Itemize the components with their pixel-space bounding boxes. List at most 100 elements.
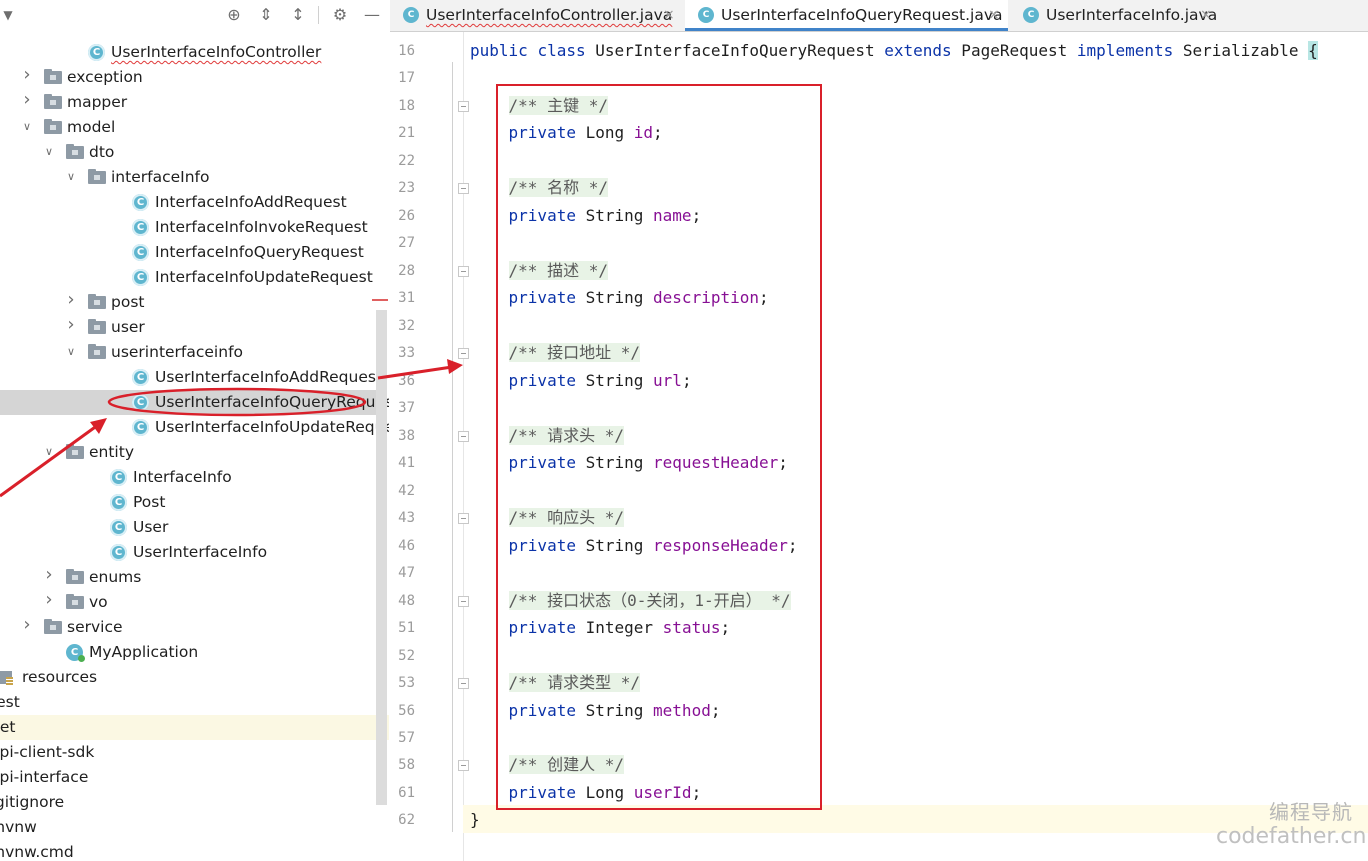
chevron-down-icon[interactable]: ∨	[42, 444, 56, 460]
line-number: 57	[398, 730, 415, 746]
fold-toggle-icon[interactable]	[458, 265, 469, 277]
tree-item-service[interactable]: › service	[0, 615, 378, 640]
editor-tabs: C UserInterfaceInfoController.java × C UserI…	[390, 0, 1368, 32]
class-icon: C	[132, 394, 149, 411]
hide-icon[interactable]: —	[362, 5, 382, 25]
fold-toggle-icon[interactable]	[458, 513, 469, 525]
tree-item-label: entity	[89, 443, 134, 461]
fold-toggle-icon[interactable]	[458, 760, 469, 772]
tree-item-mvnw[interactable]: mvnw	[0, 815, 378, 840]
tree-item-model[interactable]: ∨ model	[0, 115, 378, 140]
tree-item-user[interactable]: C User	[0, 515, 378, 540]
tree-item-vo[interactable]: › vo	[0, 590, 378, 615]
watermark-url: codefather.cn	[1216, 824, 1367, 849]
tree-item-userinterfaceinfo[interactable]: ∨ userinterfaceinfo	[0, 340, 378, 365]
fold-toggle-icon[interactable]	[458, 430, 469, 442]
tab-userinterfaceinfo-java[interactable]: C UserInterfaceInfo.java ×	[1010, 0, 1220, 31]
code-text: Serializable	[1173, 41, 1309, 60]
chevron-right-icon[interactable]: ›	[20, 66, 34, 84]
close-icon[interactable]: ×	[663, 5, 675, 26]
line-number: 46	[398, 537, 415, 554]
tree-item-get[interactable]: get	[0, 715, 389, 740]
chevron-right-icon[interactable]: ›	[64, 316, 78, 334]
tab-userinterfaceinfoqueryrequest-java[interactable]: C UserInterfaceInfoQueryRequest.java ×	[685, 0, 1008, 31]
locate-icon[interactable]: ⊕	[224, 5, 244, 25]
line-number: 27	[398, 235, 415, 252]
tree-item-api-client-sdk[interactable]: api-client-sdk	[0, 740, 378, 765]
tree-item-label: mapper	[67, 93, 128, 111]
tree-item-label: vo	[89, 593, 108, 611]
code-text: }	[470, 810, 480, 830]
tree-item-userinterfaceinfoqueryrequest[interactable]: C UserInterfaceInfoQueryRequest	[0, 390, 389, 415]
fold-toggle-icon[interactable]	[458, 100, 469, 112]
tree-item-post[interactable]: C Post	[0, 490, 378, 515]
close-icon[interactable]: ×	[988, 5, 1000, 26]
tree-item-userinterfaceinfoaddrequest[interactable]: C UserInterfaceInfoAddRequest	[0, 365, 382, 390]
folder-icon	[44, 619, 62, 634]
tree-item-label: resources	[22, 668, 98, 686]
toolbar-divider	[318, 6, 319, 24]
chevron-down-icon[interactable]: ∨	[20, 119, 34, 135]
tree-item-enums[interactable]: › enums	[0, 565, 378, 590]
chevron-right-icon[interactable]: ›	[64, 291, 78, 309]
project-toolbar: ▼ ⊕ ⇕ ↕ ⚙ —	[0, 0, 389, 30]
tree-item-api-interface[interactable]: api-interface	[0, 765, 378, 790]
expand-all-icon[interactable]: ⇕	[256, 5, 276, 25]
tree-item-resources[interactable]: resources	[0, 665, 378, 690]
tree-item-userinterfaceinfoupdaterequest[interactable]: C UserInterfaceInfoUpdateRequest	[0, 415, 389, 440]
tree-item-entity[interactable]: ∨ entity	[0, 440, 378, 465]
annotation-box	[496, 84, 822, 810]
tree-item-label: Post	[133, 493, 166, 511]
line-number: 37	[398, 400, 415, 417]
tree-item-interfaceinfoinvokerequest[interactable]: C InterfaceInfoInvokeRequest	[0, 215, 378, 240]
tree-item-userinterfaceinfocontroller[interactable]: C UserInterfaceInfoController	[0, 40, 378, 65]
fold-toggle-icon[interactable]	[458, 348, 469, 360]
folder-icon	[66, 594, 84, 609]
tree-item-mvnw-cmd[interactable]: mvnw.cmd	[0, 840, 378, 861]
tree-item-post[interactable]: › post	[0, 290, 378, 315]
chevron-down-icon[interactable]: ∨	[64, 344, 78, 360]
tree-item-mapper[interactable]: › mapper	[0, 90, 378, 115]
close-icon[interactable]: ×	[1200, 5, 1212, 26]
tree-item-interfaceinfoaddrequest[interactable]: C InterfaceInfoAddRequest	[0, 190, 378, 215]
chevron-right-icon[interactable]: ›	[20, 91, 34, 109]
tree-item-interfaceinfoupdaterequest[interactable]: C InterfaceInfoUpdateRequest	[0, 265, 378, 290]
tree-item-userinterfaceinfo[interactable]: C UserInterfaceInfo	[0, 540, 378, 565]
tree-item-label: .gitignore	[0, 793, 65, 811]
tree-item-test[interactable]: test	[0, 690, 378, 715]
tree-item-label: interfaceInfo	[111, 168, 210, 186]
chevron-right-icon[interactable]: ›	[42, 591, 56, 609]
class-icon: C	[132, 419, 149, 436]
line-number: 18	[398, 97, 415, 114]
class-icon: C	[132, 194, 149, 211]
tree-item-dto[interactable]: ∨ dto	[0, 140, 378, 165]
dropdown-icon[interactable]: ▼	[0, 5, 18, 25]
tree-item-label: get	[0, 718, 16, 736]
tree-item-label: mvnw	[0, 818, 37, 836]
chevron-right-icon[interactable]: ›	[20, 616, 34, 634]
folder-icon	[44, 69, 62, 84]
tree-scrollbar[interactable]	[376, 310, 387, 805]
tree-item-label: userinterfaceinfo	[111, 343, 244, 361]
scroll-marker	[372, 299, 388, 301]
tree-item-interfaceinfoqueryrequest[interactable]: C InterfaceInfoQueryRequest	[0, 240, 378, 265]
tree-item-user[interactable]: › user	[0, 315, 378, 340]
fold-toggle-icon[interactable]	[458, 183, 469, 195]
tree-item-label: service	[67, 618, 123, 636]
tree-item--gitignore[interactable]: .gitignore	[0, 790, 378, 815]
tab-userinterfaceinfocontroller-java[interactable]: C UserInterfaceInfoController.java ×	[390, 0, 683, 31]
settings-icon[interactable]: ⚙	[330, 5, 350, 25]
chevron-down-icon[interactable]: ∨	[64, 169, 78, 185]
tree-item-label: InterfaceInfoQueryRequest	[155, 243, 364, 261]
chevron-right-icon[interactable]: ›	[42, 566, 56, 584]
tree-item-interfaceinfo[interactable]: C InterfaceInfo	[0, 465, 378, 490]
chevron-down-icon[interactable]: ∨	[42, 144, 56, 160]
collapse-all-icon[interactable]: ↕	[288, 5, 308, 25]
tree-item-myapplication[interactable]: C MyApplication	[0, 640, 378, 665]
folder-icon	[88, 169, 106, 184]
fold-toggle-icon[interactable]	[458, 678, 469, 690]
fold-toggle-icon[interactable]	[458, 595, 469, 607]
tree-item-exception[interactable]: › exception	[0, 65, 378, 90]
class-icon: C	[698, 7, 714, 23]
tree-item-interfaceinfo[interactable]: ∨ interfaceInfo	[0, 165, 378, 190]
